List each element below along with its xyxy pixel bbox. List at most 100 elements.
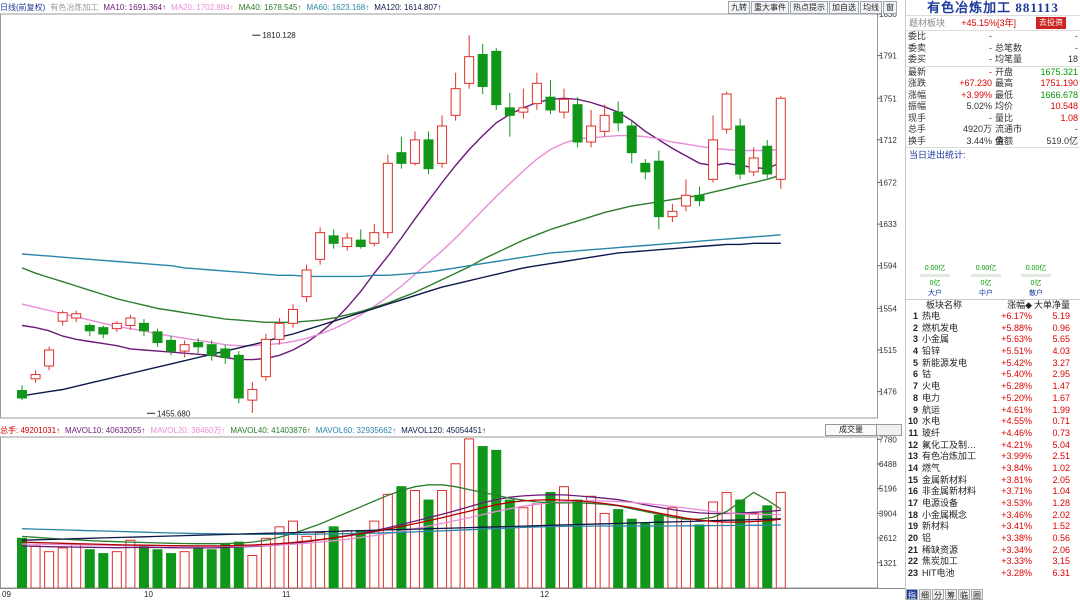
candle[interactable]: [233, 351, 244, 404]
volume-bar[interactable]: [437, 490, 448, 589]
candle[interactable]: [775, 96, 786, 189]
candle[interactable]: [396, 136, 407, 169]
volume-bar[interactable]: [477, 446, 488, 589]
toolbar-button[interactable]: 窗: [883, 1, 897, 14]
volume-bar[interactable]: [518, 507, 529, 589]
volume-bar[interactable]: [98, 553, 109, 589]
kline-chart-svg[interactable]: 1830179117511712167216331594155415151476…: [0, 0, 905, 600]
volume-bar[interactable]: [179, 551, 190, 589]
candle[interactable]: [138, 319, 149, 337]
candle[interactable]: [382, 154, 393, 238]
volume-bar[interactable]: [491, 449, 502, 589]
candle[interactable]: [111, 321, 122, 332]
volume-bar[interactable]: [57, 547, 68, 589]
candle[interactable]: [626, 120, 637, 164]
sector-row[interactable]: 22 焦炭加工 +3.33% 3.15: [906, 556, 1080, 568]
volume-bar[interactable]: [586, 495, 597, 589]
toolbar-button[interactable]: 热点提示: [790, 1, 828, 14]
candle[interactable]: [694, 186, 705, 206]
sector-row[interactable]: 20 铝 +3.38% 0.56: [906, 533, 1080, 545]
volume-bar[interactable]: [247, 555, 258, 589]
candle[interactable]: [559, 88, 569, 119]
candle[interactable]: [721, 91, 732, 134]
sector-row[interactable]: 12 氟化工及制… +4.21% 5.04: [906, 440, 1080, 452]
volume-bar[interactable]: [44, 551, 55, 589]
volume-bar[interactable]: [111, 551, 122, 589]
candle[interactable]: [71, 310, 82, 323]
panel-tab[interactable]: 圈: [971, 589, 983, 600]
candle[interactable]: [369, 224, 380, 247]
volume-bar[interactable]: [409, 490, 420, 589]
volume-indicator-select[interactable]: 成交量: [825, 424, 902, 436]
sector-row[interactable]: 19 新材料 +3.41% 1.52: [906, 521, 1080, 533]
volume-bar[interactable]: [30, 545, 41, 589]
volume-bar[interactable]: [233, 541, 244, 589]
candle[interactable]: [423, 131, 434, 174]
sector-row[interactable]: 14 燃气 +3.84% 1.02: [906, 463, 1080, 475]
candle[interactable]: [301, 264, 312, 302]
sector-row[interactable]: 2 燃机发电 +5.88% 0.96: [906, 323, 1080, 335]
volume-bar[interactable]: [721, 491, 732, 589]
candle[interactable]: [762, 139, 773, 179]
volume-bar[interactable]: [708, 501, 719, 589]
panel-tab[interactable]: 指: [906, 589, 918, 600]
candle[interactable]: [653, 150, 664, 230]
candle[interactable]: [464, 35, 475, 89]
sector-row[interactable]: 21 稀缺资源 +3.34% 2.06: [906, 545, 1080, 557]
sector-row[interactable]: 15 金属新材料 +3.81% 2.05: [906, 475, 1080, 487]
candle[interactable]: [545, 80, 556, 115]
toolbar-button[interactable]: 加自选: [829, 1, 859, 14]
sector-row[interactable]: 16 非金属新材料 +3.71% 1.04: [906, 486, 1080, 498]
candle[interactable]: [477, 43, 488, 94]
volume-bar[interactable]: [138, 545, 149, 589]
volume-bar[interactable]: [423, 499, 434, 589]
sector-row[interactable]: 23 HIT电池 +3.28% 6.31: [906, 568, 1080, 580]
volume-bar[interactable]: [166, 553, 177, 589]
candle[interactable]: [152, 328, 163, 347]
sector-row[interactable]: 4 铅锌 +5.51% 4.03: [906, 346, 1080, 358]
candle[interactable]: [409, 131, 420, 166]
candle[interactable]: [680, 179, 691, 212]
volume-bar[interactable]: [220, 543, 231, 589]
sector-row[interactable]: 8 电力 +5.20% 1.67: [906, 393, 1080, 405]
candle[interactable]: [613, 101, 624, 132]
candle[interactable]: [450, 72, 461, 121]
volume-bar[interactable]: [694, 524, 705, 589]
candle[interactable]: [437, 115, 448, 168]
candle[interactable]: [57, 310, 68, 326]
volume-bar[interactable]: [640, 522, 651, 589]
candle[interactable]: [328, 229, 339, 249]
candle[interactable]: [17, 385, 27, 401]
candle[interactable]: [30, 370, 41, 384]
volume-bar[interactable]: [572, 499, 583, 589]
toolbar-button[interactable]: 均线: [860, 1, 882, 14]
candle[interactable]: [572, 97, 583, 148]
panel-tab[interactable]: 筹: [945, 589, 957, 600]
candle[interactable]: [504, 92, 515, 137]
candle[interactable]: [260, 334, 271, 381]
candle[interactable]: [342, 232, 353, 251]
sector-row[interactable]: 6 钴 +5.40% 2.95: [906, 369, 1080, 381]
candle[interactable]: [667, 203, 678, 222]
panel-tab[interactable]: 分: [932, 589, 944, 600]
candle[interactable]: [288, 304, 298, 328]
candle[interactable]: [518, 88, 529, 119]
volume-bar[interactable]: [599, 512, 610, 589]
col-change[interactable]: 涨幅◆: [986, 300, 1032, 310]
candle[interactable]: [748, 147, 759, 177]
panel-tab[interactable]: 细: [919, 589, 931, 600]
panel-tab[interactable]: 临: [958, 589, 970, 600]
candle[interactable]: [247, 382, 258, 413]
candle[interactable]: [599, 104, 610, 137]
candle[interactable]: [179, 340, 190, 358]
volume-bar[interactable]: [288, 520, 298, 589]
volume-bar[interactable]: [504, 499, 515, 589]
sector-row[interactable]: 1 热电 +6.17% 5.19: [906, 311, 1080, 323]
invest-button[interactable]: 去投资: [1036, 17, 1066, 29]
sector-row[interactable]: 10 水电 +4.55% 0.71: [906, 416, 1080, 428]
candle[interactable]: [586, 110, 597, 148]
candle[interactable]: [315, 227, 326, 265]
candle[interactable]: [44, 346, 55, 371]
sector-row[interactable]: 17 电源设备 +3.53% 1.28: [906, 498, 1080, 510]
sector-row[interactable]: 18 小金属概念 +3.46% 2.02: [906, 510, 1080, 522]
